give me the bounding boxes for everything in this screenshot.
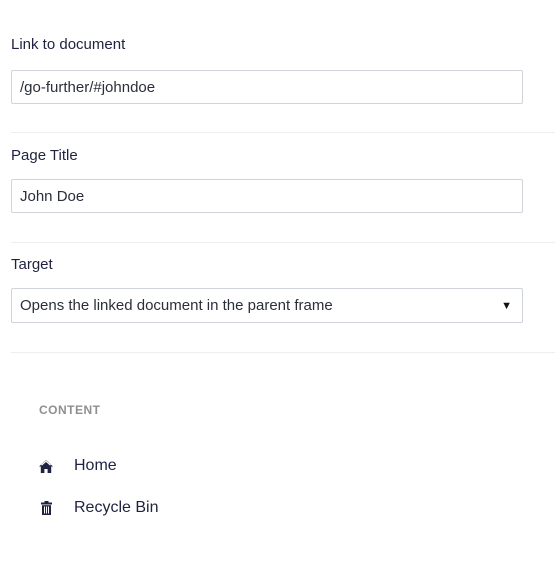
link-to-document-label: Link to document: [11, 36, 126, 53]
link-to-document-input[interactable]: /go-further/#johndoe: [11, 70, 523, 104]
page-title-input[interactable]: John Doe: [11, 179, 523, 213]
nav-item-recycle-bin[interactable]: Recycle Bin: [39, 497, 158, 519]
nav-item-home-label: Home: [74, 457, 117, 474]
divider: [11, 352, 555, 353]
nav-item-home[interactable]: Home: [39, 455, 117, 477]
divider: [11, 242, 555, 243]
home-icon: [39, 459, 53, 473]
content-section-title: CONTENT: [39, 403, 101, 417]
page-title-field: Page Title John Doe: [11, 147, 555, 213]
nav-item-recycle-bin-label: Recycle Bin: [74, 499, 159, 516]
link-to-document-value: /go-further/#johndoe: [20, 78, 156, 96]
page-title-value: John Doe: [20, 187, 85, 205]
page-title-label: Page Title: [11, 147, 78, 164]
trash-icon: [39, 501, 53, 515]
target-label: Target: [11, 256, 53, 273]
target-field: Target Opens the linked document in the …: [11, 256, 555, 323]
divider: [11, 132, 555, 133]
target-selected-value: Opens the linked document in the parent …: [20, 297, 333, 314]
dropdown-caret-icon: ▼: [501, 299, 512, 312]
target-select[interactable]: Opens the linked document in the parent …: [11, 288, 523, 323]
link-to-document-field: Link to document /go-further/#johndoe: [11, 36, 555, 104]
